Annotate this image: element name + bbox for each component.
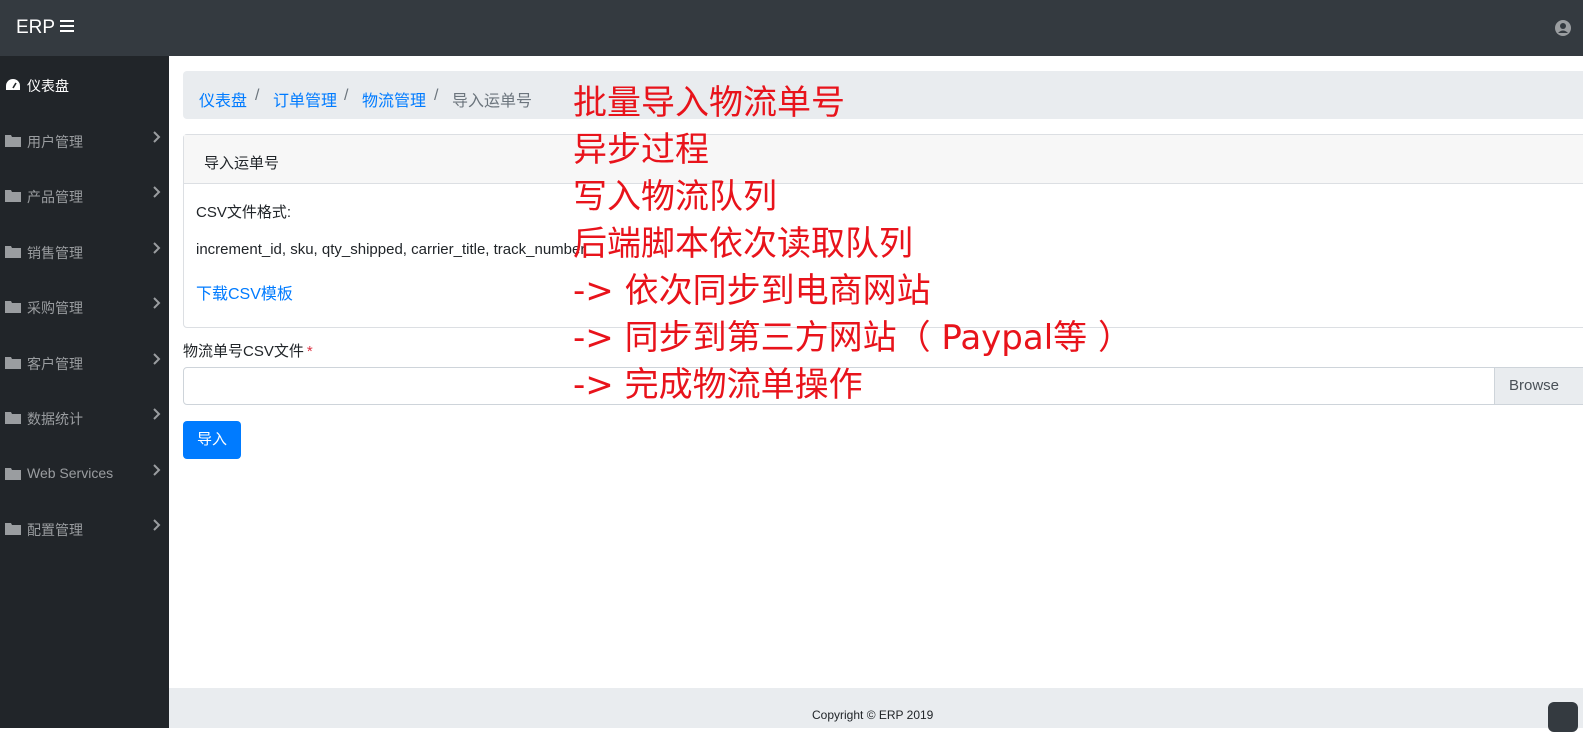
- sidebar-item-products[interactable]: 产品管理: [0, 176, 169, 216]
- sidebar-item-purchasing[interactable]: 采购管理: [0, 287, 169, 327]
- download-template-link[interactable]: 下载CSV模板: [196, 280, 293, 304]
- sidebar-item-customers[interactable]: 客户管理: [0, 343, 169, 383]
- breadcrumb-logistics[interactable]: 物流管理: [362, 87, 426, 111]
- folder-icon: [5, 246, 21, 258]
- folder-icon: [5, 301, 21, 313]
- sidebar-item-config[interactable]: 配置管理: [0, 509, 169, 549]
- import-button[interactable]: 导入: [183, 421, 241, 459]
- breadcrumb-separator: /: [344, 87, 349, 104]
- sidebar-item-users[interactable]: 用户管理: [0, 121, 169, 161]
- chevron-right-icon: [153, 519, 161, 531]
- annotation-line: 异步过程: [573, 130, 709, 170]
- folder-icon: [5, 190, 21, 202]
- chevron-right-icon: [153, 353, 161, 365]
- folder-icon: [5, 412, 21, 424]
- chevron-right-icon: [153, 131, 161, 143]
- breadcrumb-separator: /: [255, 87, 260, 104]
- sidebar-item-label: 仪表盘: [27, 78, 69, 94]
- user-icon[interactable]: [1555, 20, 1571, 36]
- sidebar-item-label: 数据统计: [27, 411, 83, 427]
- annotation-overlay: 批量导入物流单号 异步过程 写入物流队列 后端脚本依次读取队列 -> 依次同步到…: [573, 80, 1132, 409]
- sidebar-item-label: 用户管理: [27, 134, 83, 150]
- chevron-right-icon: [153, 242, 161, 254]
- annotation-line: -> 依次同步到电商网站: [573, 271, 931, 311]
- folder-icon: [5, 523, 21, 535]
- chevron-right-icon: [153, 408, 161, 420]
- footer: Copyright © ERP 2019: [169, 688, 1583, 728]
- annotation-line: -> 同步到第三方网站（ Paypal等 ）: [573, 318, 1132, 358]
- sidebar-item-sales[interactable]: 销售管理: [0, 232, 169, 272]
- file-field-label-text: 物流单号CSV文件: [183, 343, 304, 360]
- breadcrumb-dashboard[interactable]: 仪表盘: [199, 87, 247, 111]
- sidebar-item-label: 产品管理: [27, 189, 83, 205]
- top-navbar: ERP: [0, 0, 1583, 56]
- file-field-label: 物流单号CSV文件 *: [183, 340, 313, 361]
- sidebar-item-web-services[interactable]: Web Services: [0, 454, 169, 494]
- breadcrumb-separator: /: [434, 87, 439, 104]
- sidebar-item-dashboard[interactable]: 仪表盘: [0, 65, 169, 105]
- sidebar: 仪表盘 用户管理 产品管理 销售管理 采购管理 客户管理 数据统计 Web Se…: [0, 56, 169, 728]
- sidebar-item-label: 销售管理: [27, 245, 83, 261]
- tachometer-icon: [6, 79, 20, 90]
- sidebar-item-label: 采购管理: [27, 300, 83, 316]
- chevron-right-icon: [153, 186, 161, 198]
- menu-toggle-icon[interactable]: [60, 20, 74, 34]
- browse-button[interactable]: Browse: [1494, 368, 1583, 404]
- annotation-line: -> 完成物流单操作: [573, 365, 863, 405]
- brand-logo[interactable]: ERP: [16, 17, 55, 39]
- copyright-text: Copyright © ERP 2019: [812, 708, 934, 722]
- annotation-line: 写入物流队列: [573, 177, 777, 217]
- annotation-line: 批量导入物流单号: [573, 83, 845, 123]
- sidebar-item-statistics[interactable]: 数据统计: [0, 398, 169, 438]
- folder-icon: [5, 135, 21, 147]
- folder-icon: [5, 357, 21, 369]
- card-title: 导入运单号: [204, 155, 280, 172]
- chevron-right-icon: [153, 297, 161, 309]
- annotation-line: 后端脚本依次读取队列: [573, 224, 913, 264]
- csv-format-columns: increment_id, sku, qty_shipped, carrier_…: [196, 241, 586, 258]
- breadcrumb-orders[interactable]: 订单管理: [273, 87, 337, 111]
- sidebar-item-label: 客户管理: [27, 356, 83, 372]
- csv-format-label: CSV文件格式:: [196, 204, 292, 221]
- sidebar-item-label: 配置管理: [27, 522, 83, 538]
- chevron-right-icon: [153, 464, 161, 476]
- required-mark: *: [306, 343, 313, 360]
- sidebar-item-label: Web Services: [27, 465, 114, 481]
- breadcrumb-current: 导入运单号: [452, 93, 533, 110]
- folder-icon: [5, 468, 21, 480]
